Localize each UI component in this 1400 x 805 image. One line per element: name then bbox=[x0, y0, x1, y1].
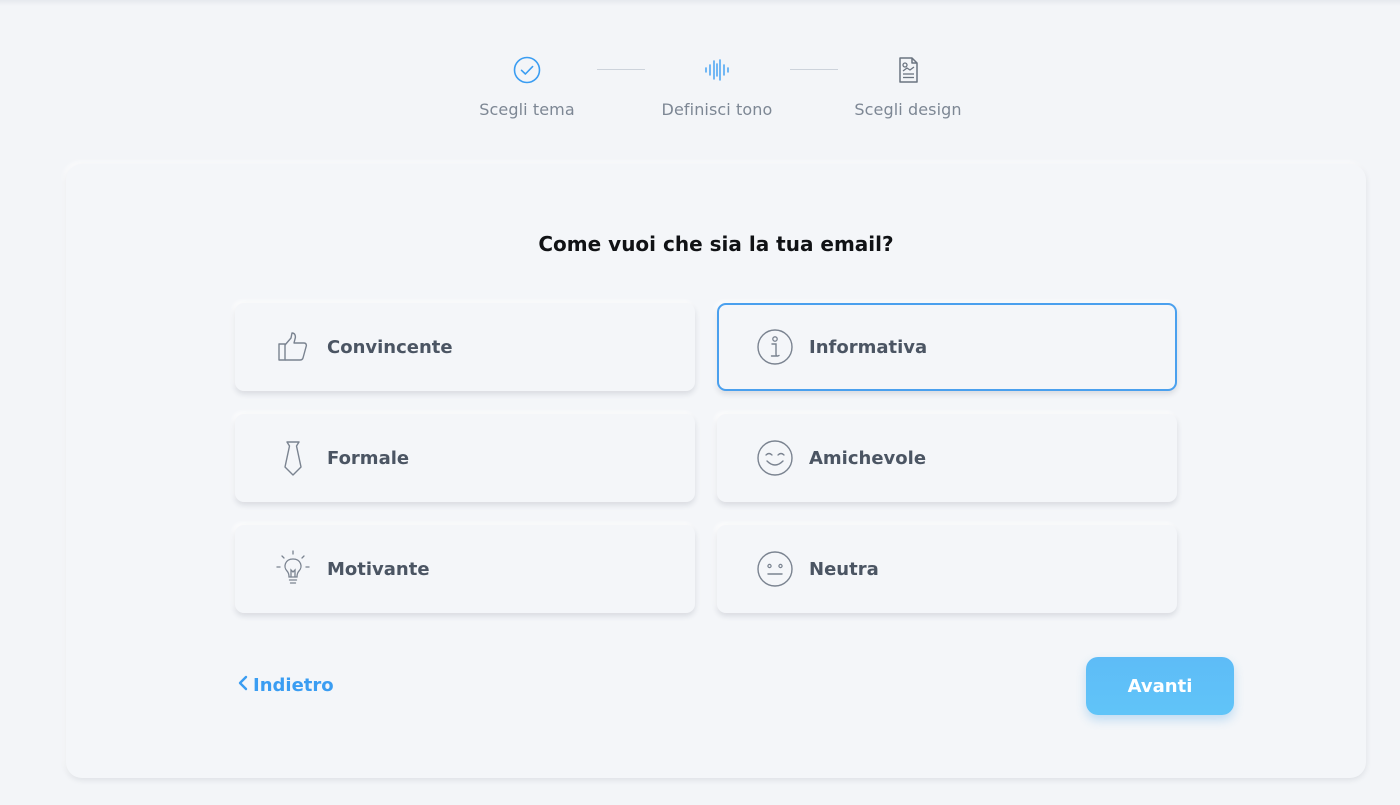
thumbs-up-icon bbox=[273, 327, 313, 367]
step-label: Scegli tema bbox=[479, 100, 575, 119]
option-label: Informativa bbox=[809, 336, 928, 358]
tone-card: Come vuoi che sia la tua email? Convince… bbox=[66, 164, 1366, 778]
option-label: Amichevole bbox=[809, 447, 927, 469]
back-link[interactable]: Indietro bbox=[237, 675, 334, 696]
check-circle-icon bbox=[512, 54, 542, 86]
option-amichevole[interactable]: Amichevole bbox=[717, 414, 1177, 502]
option-motivante[interactable]: Motivante bbox=[235, 525, 695, 613]
chevron-left-icon bbox=[237, 675, 249, 696]
info-icon bbox=[755, 327, 795, 367]
next-button[interactable]: Avanti bbox=[1086, 657, 1234, 715]
option-neutra[interactable]: Neutra bbox=[717, 525, 1177, 613]
step-label: Scegli design bbox=[854, 100, 962, 119]
option-formale[interactable]: Formale bbox=[235, 414, 695, 502]
option-label: Convincente bbox=[327, 336, 453, 358]
document-icon bbox=[893, 54, 923, 86]
option-label: Formale bbox=[327, 447, 410, 469]
option-informativa[interactable]: Informativa bbox=[717, 303, 1177, 391]
step-scegli-design: Scegli design bbox=[828, 54, 988, 119]
step-label: Definisci tono bbox=[661, 100, 773, 119]
option-label: Neutra bbox=[809, 558, 879, 580]
soundwave-icon bbox=[702, 54, 732, 86]
option-convincente[interactable]: Convincente bbox=[235, 303, 695, 391]
option-label: Motivante bbox=[327, 558, 430, 580]
back-label: Indietro bbox=[253, 675, 334, 696]
tie-icon bbox=[273, 438, 313, 478]
smile-icon bbox=[755, 438, 795, 478]
step-scegli-tema: Scegli tema bbox=[447, 54, 607, 119]
neutral-face-icon bbox=[755, 549, 795, 589]
top-shadow bbox=[0, 0, 1400, 6]
step-definisci-tono: Definisci tono bbox=[637, 54, 797, 119]
question-title: Come vuoi che sia la tua email? bbox=[538, 232, 894, 256]
lightbulb-icon bbox=[273, 549, 313, 589]
